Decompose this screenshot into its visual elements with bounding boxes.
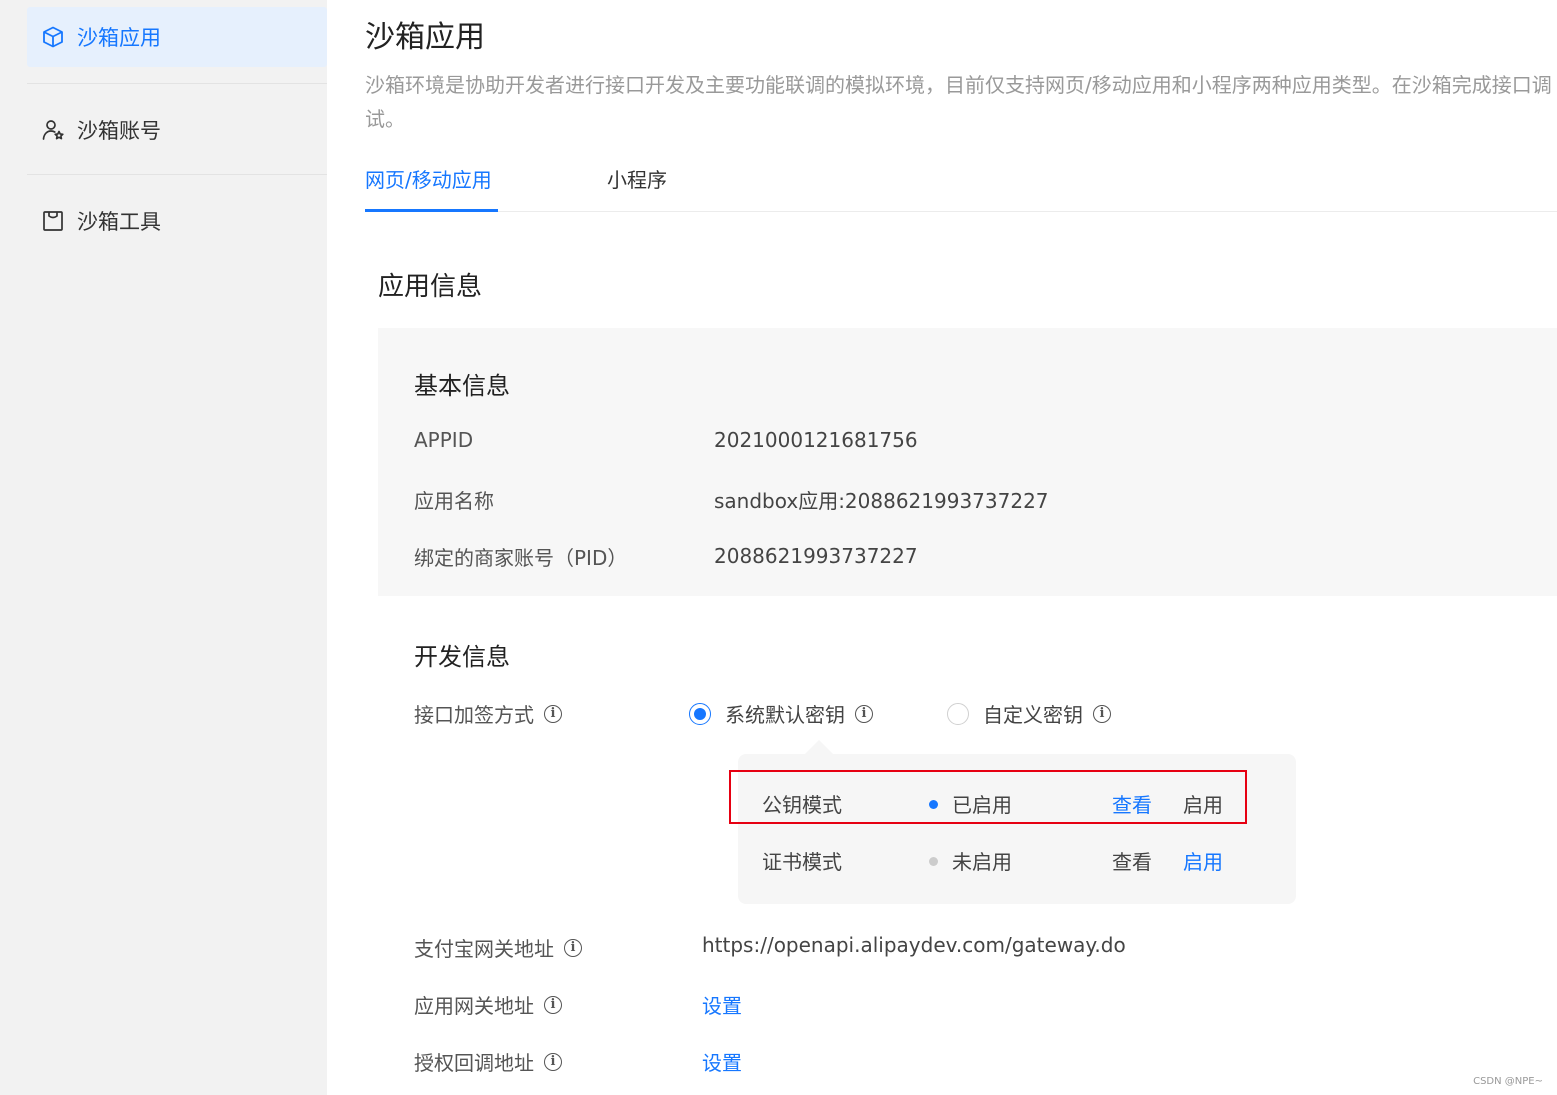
sidebar-item-label: 沙箱工具 xyxy=(77,210,161,234)
page-description: 沙箱环境是协助开发者进行接口开发及主要功能联调的模拟环境，目前仅支持网页/移动应… xyxy=(365,73,1552,131)
radio-label: 自定义密钥 xyxy=(983,703,1083,727)
info-icon[interactable]: i xyxy=(564,938,582,957)
page-title: 沙箱应用 xyxy=(365,20,485,55)
sign-method-label: 接口加签方式 i xyxy=(414,699,562,728)
app-gateway-label: 应用网关地址 i xyxy=(414,990,562,1019)
auth-callback-label: 授权回调地址 i xyxy=(414,1047,562,1076)
sidebar-item-label: 沙箱账号 xyxy=(77,119,161,143)
basic-info-title: 基本信息 xyxy=(414,372,510,400)
info-icon[interactable]: i xyxy=(544,704,562,723)
sidebar-item-sandbox-tools[interactable]: 沙箱工具 xyxy=(27,191,327,251)
tab-web-mobile-app[interactable]: 网页/移动应用 xyxy=(365,164,492,193)
sidebar-divider xyxy=(27,83,327,84)
red-highlight-box xyxy=(729,770,1247,824)
watermark: CSDN @NPE~ xyxy=(1473,1076,1543,1087)
merchant-pid-value: 2088621993737227 xyxy=(714,544,918,568)
cert-view-text: 查看 xyxy=(1112,850,1152,874)
sidebar-item-sandbox-account[interactable]: 沙箱账号 xyxy=(27,100,327,160)
appid-value: 2021000121681756 xyxy=(714,428,918,452)
app-info-title: 应用信息 xyxy=(378,272,483,302)
app-name-value: sandbox应用:2088621993737227 xyxy=(714,489,1049,513)
alipay-gateway-value: https://openapi.alipaydev.com/gateway.do xyxy=(702,933,1126,957)
sidebar-item-label: 沙箱应用 xyxy=(77,26,161,50)
sign-method-label-text: 接口加签方式 xyxy=(414,703,534,727)
info-icon[interactable]: i xyxy=(544,1052,562,1071)
cert-enable-link[interactable]: 启用 xyxy=(1183,846,1223,875)
sidebar: 沙箱应用 沙箱账号 沙箱工具 xyxy=(0,0,327,1095)
app-name-label: 应用名称 xyxy=(414,489,494,513)
cert-mode-name: 证书模式 xyxy=(762,850,842,874)
radio-custom-key[interactable]: 自定义密钥 i xyxy=(947,699,1111,728)
sidebar-item-sandbox-app[interactable]: 沙箱应用 xyxy=(27,7,327,67)
status-text: 未启用 xyxy=(952,850,1012,874)
bag-icon xyxy=(41,209,65,233)
tabs-divider xyxy=(365,211,1557,212)
merchant-pid-label: 绑定的商家账号（PID） xyxy=(414,546,628,570)
radio-unchecked-indicator[interactable] xyxy=(947,702,969,725)
info-icon[interactable]: i xyxy=(544,995,562,1014)
app-gateway-set-link[interactable]: 设置 xyxy=(702,990,742,1019)
status-dot-disabled xyxy=(929,857,938,866)
cert-mode-status: 未启用 xyxy=(929,846,1012,875)
user-star-icon xyxy=(41,118,65,142)
main-content: 沙箱应用 沙箱环境是协助开发者进行接口开发及主要功能联调的模拟环境，目前仅支持网… xyxy=(327,0,1557,1095)
radio-checked-indicator[interactable] xyxy=(689,702,711,725)
tab-active-indicator xyxy=(365,209,498,212)
dev-info-title: 开发信息 xyxy=(414,643,510,671)
alipay-gateway-label: 支付宝网关地址 i xyxy=(414,933,582,962)
auth-callback-label-text: 授权回调地址 xyxy=(414,1051,534,1075)
info-icon[interactable]: i xyxy=(855,704,873,723)
app-gateway-label-text: 应用网关地址 xyxy=(414,994,534,1018)
popover-arrow xyxy=(805,740,833,754)
radio-system-default-key[interactable]: 系统默认密钥 i xyxy=(689,699,873,728)
alipay-gateway-label-text: 支付宝网关地址 xyxy=(414,937,554,961)
appid-label: APPID xyxy=(414,428,474,452)
radio-label: 系统默认密钥 xyxy=(725,703,845,727)
info-icon[interactable]: i xyxy=(1093,704,1111,723)
cube-icon xyxy=(41,25,65,49)
sidebar-divider xyxy=(27,174,327,175)
auth-callback-set-link[interactable]: 设置 xyxy=(702,1047,742,1076)
tab-mini-program[interactable]: 小程序 xyxy=(607,164,667,193)
